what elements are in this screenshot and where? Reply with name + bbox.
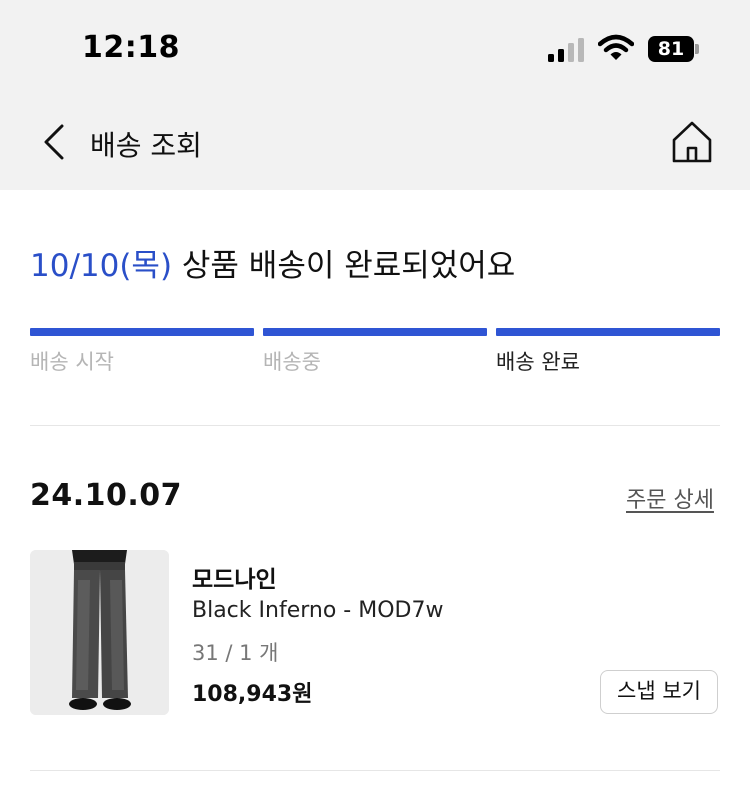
order-detail-link[interactable]: 주문 상세 [626,482,714,514]
progress-segment-transit [263,328,487,336]
battery-cap [695,44,699,54]
product-price: 108,943원 [192,682,313,707]
wifi-icon [598,34,634,60]
order-date: 24.10.07 [30,478,183,513]
status-bar: 12:18 81 [0,0,750,100]
nav-bar: 배송 조회 [0,100,750,190]
progress-segment-start [30,328,254,336]
product-image[interactable] [30,550,169,715]
product-option: 31 / 1 개 [192,641,279,665]
snap-view-button[interactable]: 스냅 보기 [600,670,718,714]
delivery-date: 10/10(목) [30,248,173,284]
battery-level: 81 [648,36,694,62]
battery-icon: 81 [648,36,700,62]
progress-segment-complete [496,328,720,336]
step-label-complete: 배송 완료 [496,350,580,374]
step-label-start: 배송 시작 [30,350,114,374]
cellular-signal-icon [548,38,584,62]
product-brand: 모드나인 [192,567,277,593]
bottom-divider [30,770,720,771]
home-icon[interactable] [668,118,716,166]
chevron-left-icon[interactable] [38,122,74,162]
jeans-product-illustration [30,550,169,715]
section-divider [30,425,720,426]
delivery-message: 상품 배송이 완료되었어요 [172,248,516,284]
product-name[interactable]: Black Inferno - MOD7w [192,598,443,623]
status-time: 12:18 [82,30,180,65]
page-title: 배송 조회 [90,129,202,162]
delivery-headline: 10/10(목) 상품 배송이 완료되었어요 [30,240,515,285]
step-label-transit: 배송중 [263,350,321,374]
